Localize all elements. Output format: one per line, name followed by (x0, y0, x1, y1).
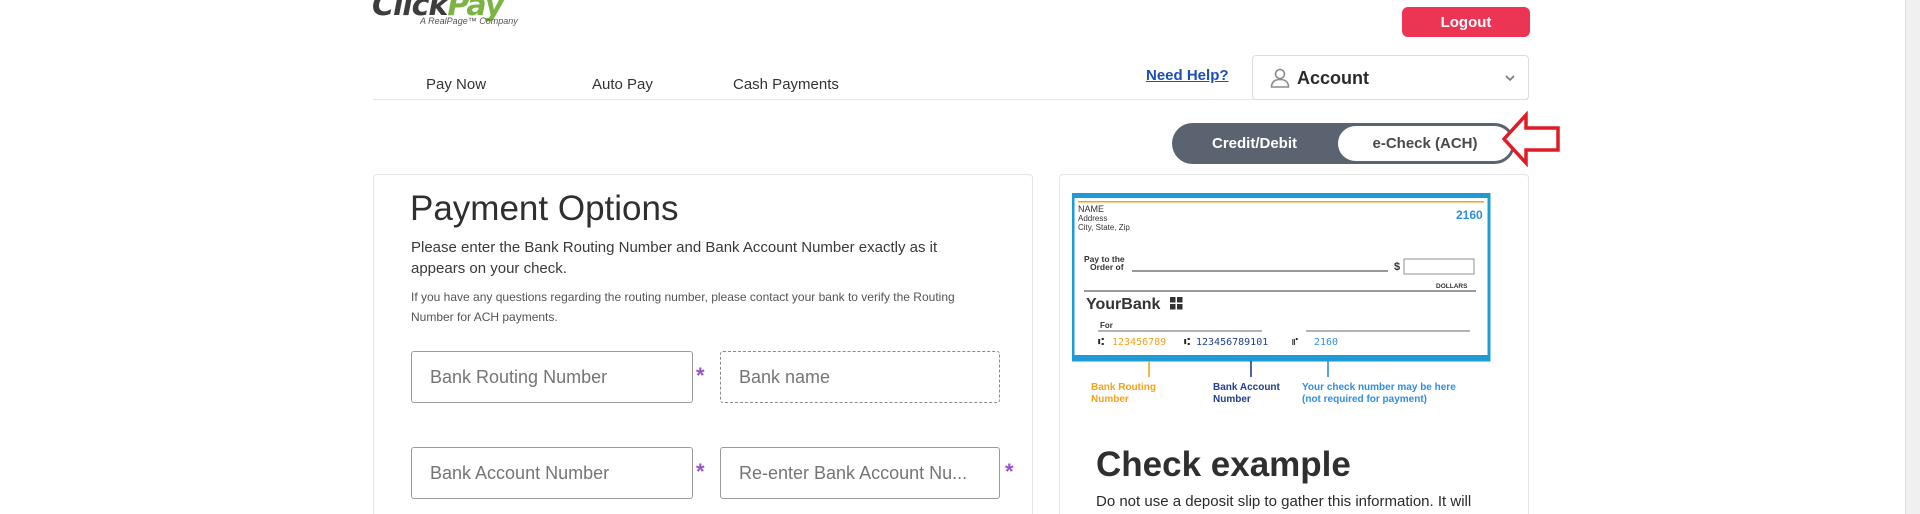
payment-options-card: Payment Options Please enter the Bank Ro… (373, 174, 1033, 514)
check-example-description: Do not use a deposit slip to gather this… (1096, 493, 1472, 510)
page: ClickPay A RealPage™ Company Logout Pay … (0, 0, 1920, 514)
toggle-echeck-ach[interactable]: e-Check (ACH) (1338, 126, 1512, 161)
bank-account-number-input[interactable] (411, 447, 693, 499)
legend-routing-1: Bank Routing (1091, 382, 1156, 393)
svg-text:⑆: ⑆ (1184, 337, 1190, 348)
account-label: Account (1297, 68, 1369, 88)
check-example-title: Check example (1096, 445, 1351, 484)
payment-options-note: If you have any questions regarding the … (411, 290, 955, 324)
svg-text:⑆: ⑆ (1098, 337, 1104, 348)
need-help-link[interactable]: Need Help? (1146, 67, 1229, 84)
scrollbar-gutter[interactable] (1905, 0, 1920, 514)
required-marker: * (696, 363, 705, 388)
nav-item-pay-now[interactable]: Pay Now (426, 76, 486, 93)
check-pay-to-2: Order of (1090, 262, 1124, 272)
check-city: City, State, Zip (1078, 223, 1130, 232)
clickpay-logo: ClickPay A RealPage™ Company (372, 0, 572, 32)
micr-routing: 123456789 (1112, 337, 1166, 348)
payment-options-description: Please enter the Bank Routing Number and… (411, 239, 938, 277)
logo-tagline: A RealPage™ Company (420, 16, 518, 26)
check-name: NAME (1078, 204, 1104, 214)
legend-account-2: Number (1213, 394, 1251, 405)
check-dollars-label: DOLLARS (1436, 283, 1468, 290)
nav-item-auto-pay[interactable]: Auto Pay (592, 76, 653, 93)
check-address: Address (1078, 214, 1107, 223)
check-example-image: NAME Address City, State, Zip 2160 Pay t… (1072, 193, 1491, 405)
bank-routing-number-input[interactable] (411, 351, 693, 403)
account-dropdown[interactable]: Account (1252, 55, 1529, 100)
legend-check-1: Your check number may be here (1302, 382, 1456, 393)
check-number-top: 2160 (1456, 208, 1483, 222)
svg-text:⑈: ⑈ (1292, 337, 1298, 348)
check-dollar-sign: $ (1394, 261, 1400, 273)
check-bank-name: YourBank (1086, 296, 1160, 313)
check-example-card: NAME Address City, State, Zip 2160 Pay t… (1059, 174, 1529, 514)
micr-check-number: 2160 (1314, 337, 1338, 348)
payment-options-title: Payment Options (410, 189, 679, 228)
reenter-bank-account-number-input[interactable] (720, 447, 1000, 499)
red-arrow-icon (1502, 111, 1560, 167)
toggle-credit-debit[interactable]: Credit/Debit (1172, 123, 1337, 164)
check-for-label: For (1100, 321, 1113, 330)
required-marker: * (696, 459, 705, 484)
chevron-down-icon (1505, 75, 1515, 82)
legend-account-1: Bank Account (1213, 382, 1281, 393)
payment-method-toggle: Credit/Debit e-Check (ACH) (1172, 123, 1515, 164)
nav-item-cash-payments[interactable]: Cash Payments (733, 76, 839, 93)
micr-account: 123456789101 (1196, 337, 1268, 348)
legend-routing-2: Number (1091, 394, 1129, 405)
logout-button[interactable]: Logout (1402, 7, 1530, 37)
bank-name-input[interactable] (720, 351, 1000, 403)
person-icon (1270, 68, 1290, 88)
legend-check-2: (not required for payment) (1302, 394, 1427, 405)
required-marker: * (1005, 459, 1014, 484)
